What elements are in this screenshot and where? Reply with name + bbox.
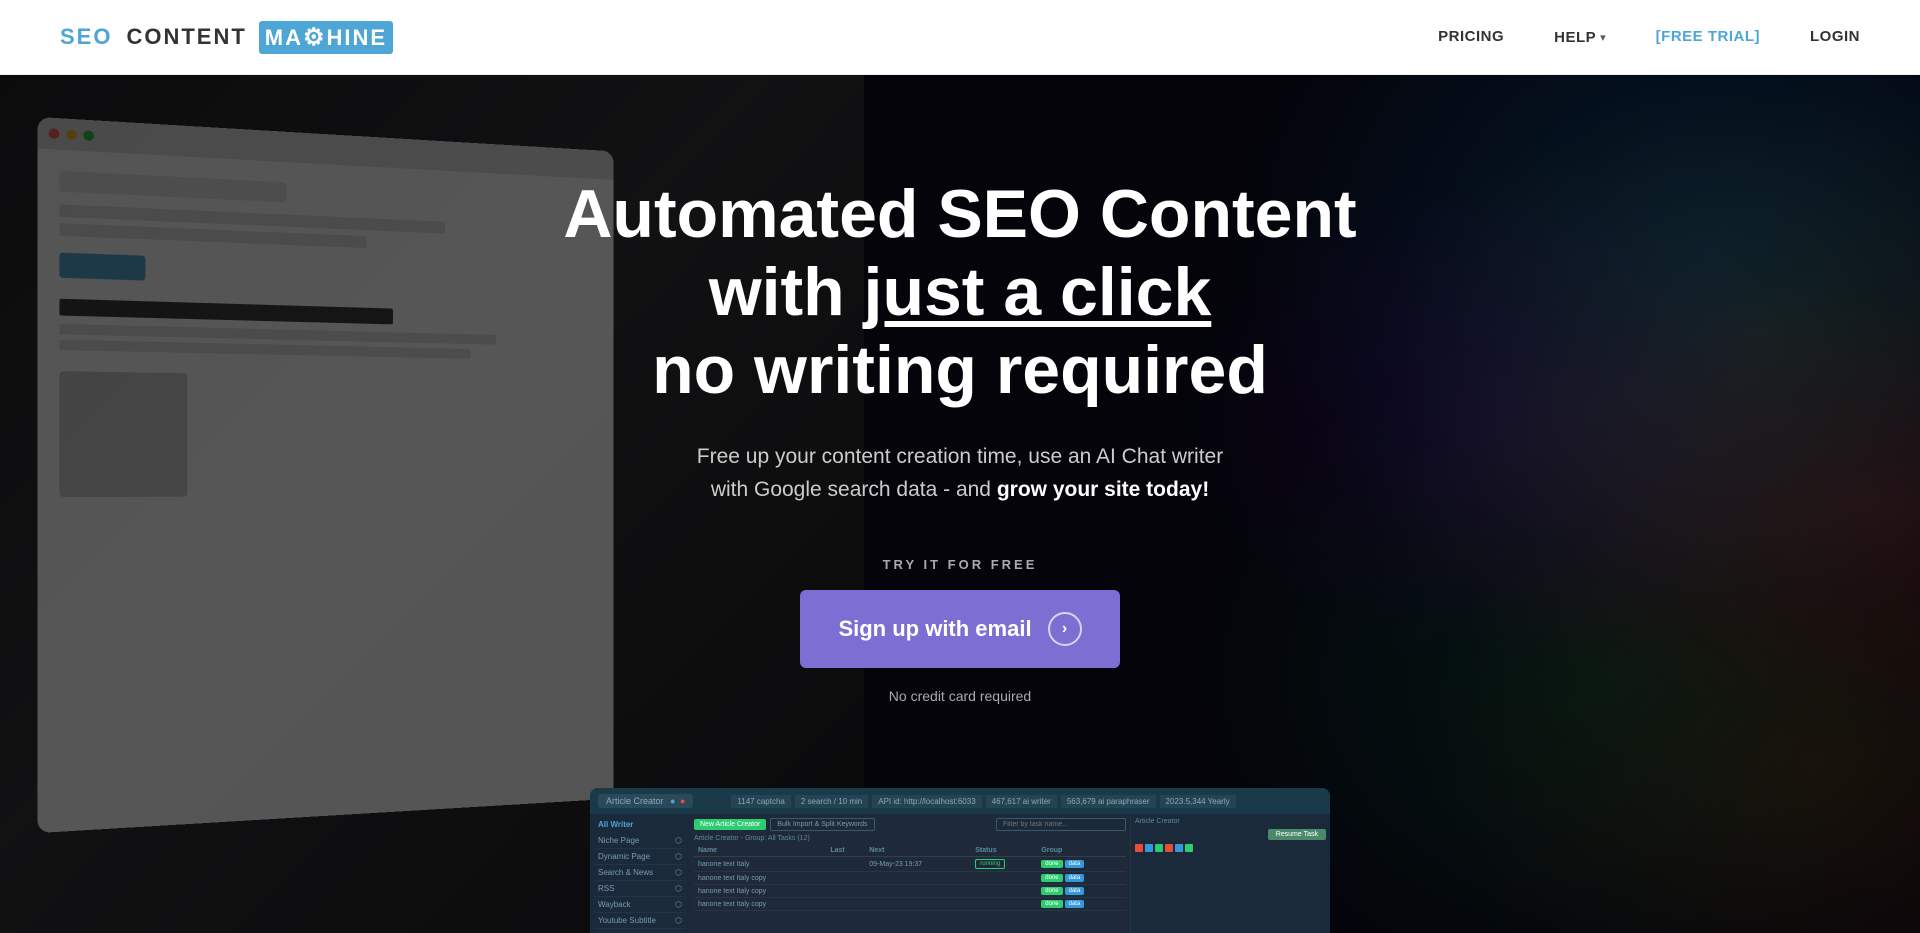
headline-line2-start: with [709, 254, 864, 330]
badge-data: data [1065, 900, 1085, 908]
stat-ai-writer: 467,617 ai writer [986, 795, 1057, 808]
action-row: Resume Task [1135, 829, 1326, 840]
new-article-button[interactable]: New Article Creator [694, 819, 766, 830]
table-row[interactable]: hanone text Italy copy done data [694, 898, 1126, 911]
row-name: hanone text Italy [694, 857, 826, 872]
stat-yearly: 2023.5,344 Yearly [1160, 795, 1236, 808]
sidebar-item-search[interactable]: Search & News⬡ [594, 865, 686, 881]
subtext-line1: Free up your content creation time, use … [697, 445, 1223, 468]
logo-content: CONTENT [126, 24, 246, 50]
table-row[interactable]: hanone text Italy copy done data [694, 885, 1126, 898]
logo-seo: SEO [60, 24, 112, 50]
badge-data: data [1065, 860, 1085, 868]
stat-api: API id: http://localhost:6033 [872, 795, 981, 808]
try-free-label: TRY IT FOR FREE [883, 557, 1038, 572]
control-dot-green [1155, 844, 1163, 852]
login-link[interactable]: LOGIN [1810, 28, 1860, 45]
no-credit-text: No credit card required [889, 688, 1031, 704]
stat-ai-para: 563,679 ai paraphraser [1061, 795, 1156, 808]
control-dot-red2 [1165, 844, 1173, 852]
sidebar-item-rss[interactable]: RSS⬡ [594, 881, 686, 897]
badge-done: done [1041, 860, 1062, 868]
help-link[interactable]: HELP [1554, 29, 1596, 46]
sidebar-item-niche[interactable]: Niche Page⬡ [594, 833, 686, 849]
chevron-down-icon: ▾ [1600, 31, 1606, 44]
dashboard-stats-row: 1147 captcha 2 search / 10 min API id: h… [731, 795, 1235, 808]
hero-subtext: Free up your content creation time, use … [697, 440, 1223, 507]
hero-section: Automated SEO Content with just a click … [0, 75, 1920, 933]
arrow-icon: › [1048, 612, 1082, 646]
dashboard-sidebar: All Writer Niche Page⬡ Dynamic Page⬡ Sea… [590, 814, 690, 933]
logo-machine: MA⚙HINE [259, 21, 393, 54]
nav-item-help[interactable]: HELP ▾ [1554, 29, 1606, 46]
task-table: Name Last Next Status Group hanone text … [694, 845, 1126, 911]
control-dot-red [1135, 844, 1143, 852]
sidebar-item-wayback[interactable]: Wayback⬡ [594, 897, 686, 913]
dashboard-body: All Writer Niche Page⬡ Dynamic Page⬡ Sea… [590, 814, 1330, 933]
pricing-link[interactable]: PRICING [1438, 28, 1504, 45]
signup-button-text: Sign up with email [838, 616, 1031, 642]
subtext-bold: grow your site today! [997, 478, 1209, 501]
subtext-line2-start: with Google search data - and [711, 478, 997, 501]
badge-done: done [1041, 900, 1062, 908]
right-panel: Article Creator Resume Task [1130, 814, 1330, 933]
dashboard-tab[interactable]: Article Creator ● ● [598, 794, 693, 808]
table-row[interactable]: hanone text Italy 09-May-23 19:37 runnin… [694, 857, 1126, 872]
badge-data: data [1065, 874, 1085, 882]
table-row[interactable]: hanone text Italy copy done data [694, 872, 1126, 885]
col-next: Next [865, 845, 971, 857]
headline-emphasis: just a click [864, 254, 1212, 330]
headline-line3: no writing required [652, 332, 1268, 408]
badge-done: done [1041, 887, 1062, 895]
col-status: Status [971, 845, 1037, 857]
sidebar-item-dynamic[interactable]: Dynamic Page⬡ [594, 849, 686, 865]
nav-item-free-trial[interactable]: [FREE TRIAL] [1656, 28, 1760, 46]
status-badge: running [975, 859, 1005, 869]
dashboard-header: Article Creator ● ● 1147 captcha 2 searc… [590, 788, 1330, 814]
stat-search: 2 search / 10 min [795, 795, 868, 808]
control-dot-blue [1145, 844, 1153, 852]
filter-input[interactable] [996, 818, 1126, 831]
control-dot-green2 [1185, 844, 1193, 852]
row-name: hanone text Italy copy [694, 898, 826, 911]
bulk-import-button[interactable]: Bulk Import & Split Keywords [770, 818, 874, 831]
sidebar-item-youtube[interactable]: Youtube Subtitle⬡ [594, 913, 686, 929]
dashboard-toolbar: New Article Creator Bulk Import & Split … [694, 818, 1126, 831]
dashboard-main: New Article Creator Bulk Import & Split … [690, 814, 1130, 933]
row-name: hanone text Italy copy [694, 885, 826, 898]
headline-line1: Automated SEO Content [563, 176, 1356, 252]
stat-captcha: 1147 captcha [731, 795, 790, 808]
row-next: 09-May-23 19:37 [865, 857, 971, 872]
col-last: Last [826, 845, 865, 857]
hero-headline: Automated SEO Content with just a click … [563, 175, 1356, 410]
nav-item-pricing[interactable]: PRICING [1438, 28, 1504, 46]
right-panel-header: Article Creator [1135, 818, 1326, 825]
badge-done: done [1041, 874, 1062, 882]
nav-item-login[interactable]: LOGIN [1810, 28, 1860, 46]
col-group: Group [1037, 845, 1126, 857]
dashboard-preview: Article Creator ● ● 1147 captcha 2 searc… [590, 788, 1330, 933]
resume-task-button[interactable]: Resume Task [1268, 829, 1326, 840]
row-name: hanone text Italy copy [694, 872, 826, 885]
badge-data: data [1065, 887, 1085, 895]
free-trial-link[interactable]: [FREE TRIAL] [1656, 28, 1760, 45]
col-name: Name [694, 845, 826, 857]
signup-button[interactable]: Sign up with email › [800, 590, 1119, 668]
hero-content: Automated SEO Content with just a click … [0, 75, 1920, 764]
control-dot-blue2 [1175, 844, 1183, 852]
navbar: SEO CONTENT MA⚙HINE PRICING HELP ▾ [FREE… [0, 0, 1920, 75]
logo[interactable]: SEO CONTENT MA⚙HINE [60, 21, 393, 54]
group-label: Article Creator - Group: All Tasks (12) [694, 835, 1126, 842]
nav-links: PRICING HELP ▾ [FREE TRIAL] LOGIN [1438, 28, 1860, 46]
